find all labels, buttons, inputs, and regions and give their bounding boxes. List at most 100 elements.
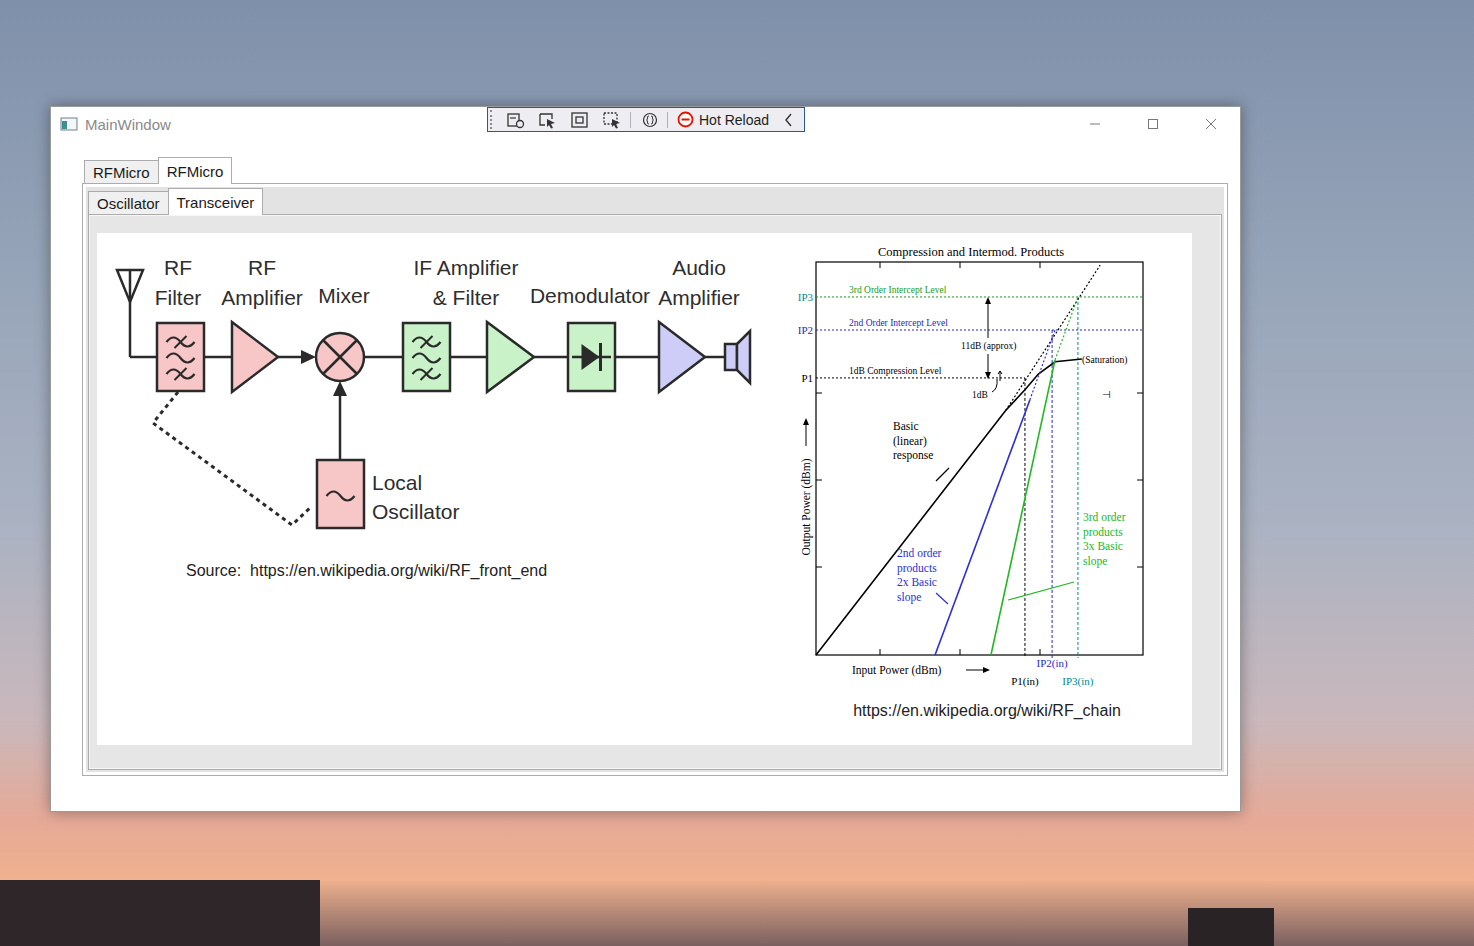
select-element-icon[interactable] [538, 111, 558, 129]
window-icon-pane [62, 121, 67, 129]
display-layout-adorners-icon[interactable] [570, 111, 590, 129]
speaker-cone [737, 331, 750, 383]
window-title: MainWindow [85, 116, 171, 133]
series-label: products [897, 562, 937, 575]
speaker-icon [725, 331, 750, 383]
series-line [935, 400, 1030, 655]
level-label: 1dB Compression Level [849, 366, 942, 376]
demodulator-box [568, 323, 615, 391]
hot-reload-label[interactable]: Hot Reload [699, 112, 769, 128]
tuning-link [153, 392, 312, 525]
demodulator-block [568, 323, 615, 391]
mixer-block [316, 333, 364, 381]
local-oscillator-box [317, 460, 364, 528]
maximize-button[interactable] [1124, 107, 1182, 141]
rf-front-end-diagram: RFFilterRFAmplifierMixerIF Amplifier& Fi… [97, 233, 780, 593]
axis-tick [1040, 262, 1041, 268]
tab[interactable]: Transceiver [168, 188, 264, 215]
tilde [167, 354, 195, 363]
track-focused-element-icon[interactable] [602, 111, 622, 129]
y-tick-label: IP3 [798, 291, 814, 303]
amplifier-block [232, 322, 278, 392]
arrowhead [301, 350, 316, 364]
x-tick-line [1052, 330, 1053, 658]
block-label: RF [164, 256, 192, 279]
series-label: 2x Basic [897, 576, 937, 588]
x-tick-line [1077, 297, 1078, 658]
axis-tick [816, 480, 822, 481]
outer-tab-panel: OscillatorTransceiverRFFilterRFAmplifier… [82, 183, 1228, 776]
live-visual-tree-icon[interactable] [506, 111, 526, 129]
series-line [991, 360, 1055, 655]
arrowhead [803, 418, 809, 425]
icon-part [682, 119, 690, 121]
minimize-icon [1089, 118, 1101, 130]
axis-tick [960, 649, 961, 655]
icon-part [547, 119, 555, 129]
level-line [816, 296, 1143, 297]
block-label: Mixer [318, 284, 369, 307]
tab[interactable]: Oscillator [88, 191, 169, 214]
tilde-slash [421, 336, 433, 348]
arrowhead [983, 667, 990, 673]
tab[interactable]: RFMicro [84, 160, 159, 183]
maximize-icon [1147, 118, 1159, 130]
amplifier-triangle [232, 322, 278, 392]
block-label: & Filter [433, 286, 500, 309]
signal-line [705, 356, 725, 359]
block-label: IF Amplifier [413, 256, 518, 279]
tab-label[interactable]: Transceiver [177, 194, 255, 211]
x-tick-label: IP2(in) [1037, 657, 1069, 670]
diode-bar [599, 343, 602, 371]
compression-label: 1dB [972, 390, 988, 400]
tab-strip: Oscillator Transceiver [88, 188, 1222, 214]
transceiver-content: RFFilterRFAmplifierMixerIF Amplifier& Fi… [97, 233, 1192, 745]
close-button[interactable] [1182, 107, 1240, 141]
label-pointer [1008, 582, 1074, 600]
span-label: 11dB (approx) [961, 341, 1016, 352]
tab-label[interactable]: Oscillator [97, 195, 160, 212]
icon-part [644, 113, 657, 126]
series-label: (linear) [893, 435, 927, 448]
axis-tick [880, 649, 881, 655]
series-label: products [1083, 526, 1123, 539]
filter-box [403, 323, 450, 391]
hot-reload-button[interactable]: Hot Reload [677, 111, 769, 128]
series-label: slope [1083, 555, 1107, 568]
axis-tick [1137, 393, 1143, 394]
filter-box [157, 323, 204, 391]
block-label: Amplifier [658, 286, 740, 309]
tab-label[interactable]: RFMicro [167, 163, 224, 180]
series-line [816, 359, 1082, 655]
y-axis-label: Output Power (dBm) [800, 458, 813, 555]
oscillator-label: Oscillator [372, 500, 460, 523]
block-label: Demodulator [530, 284, 650, 307]
label-pointer [936, 593, 948, 604]
icon-part [647, 116, 654, 124]
tab[interactable]: RFMicro [158, 157, 233, 184]
signal-line [204, 356, 232, 359]
toolbar-separator [667, 112, 668, 128]
tilde [327, 492, 355, 501]
collapse-chevron-icon[interactable] [783, 111, 795, 129]
arrowhead [333, 381, 347, 396]
tab-label[interactable]: RFMicro [93, 164, 150, 181]
x-tick-label: P1(in) [1011, 675, 1039, 688]
maximize-square [1149, 120, 1158, 129]
antenna-icon [117, 270, 143, 357]
axis-tick [960, 262, 961, 268]
axis-tick [1040, 649, 1041, 655]
toolbar-grip[interactable] [490, 110, 495, 129]
oscillator-line [339, 395, 342, 460]
minimize-button[interactable] [1066, 107, 1124, 141]
amplifier-block [487, 322, 534, 392]
mixer-cross [323, 340, 357, 374]
desktop-background: MainWindow Hot Reload RFMicro RFMicro Oscill… [0, 0, 1474, 946]
binding-failures-icon[interactable] [641, 111, 659, 129]
mixer-cross [323, 340, 357, 374]
block-label: Amplifier [221, 286, 303, 309]
plot-frame [816, 262, 1143, 655]
block-label: RF [248, 256, 276, 279]
close-line [1206, 119, 1216, 129]
signal-line [130, 356, 157, 359]
